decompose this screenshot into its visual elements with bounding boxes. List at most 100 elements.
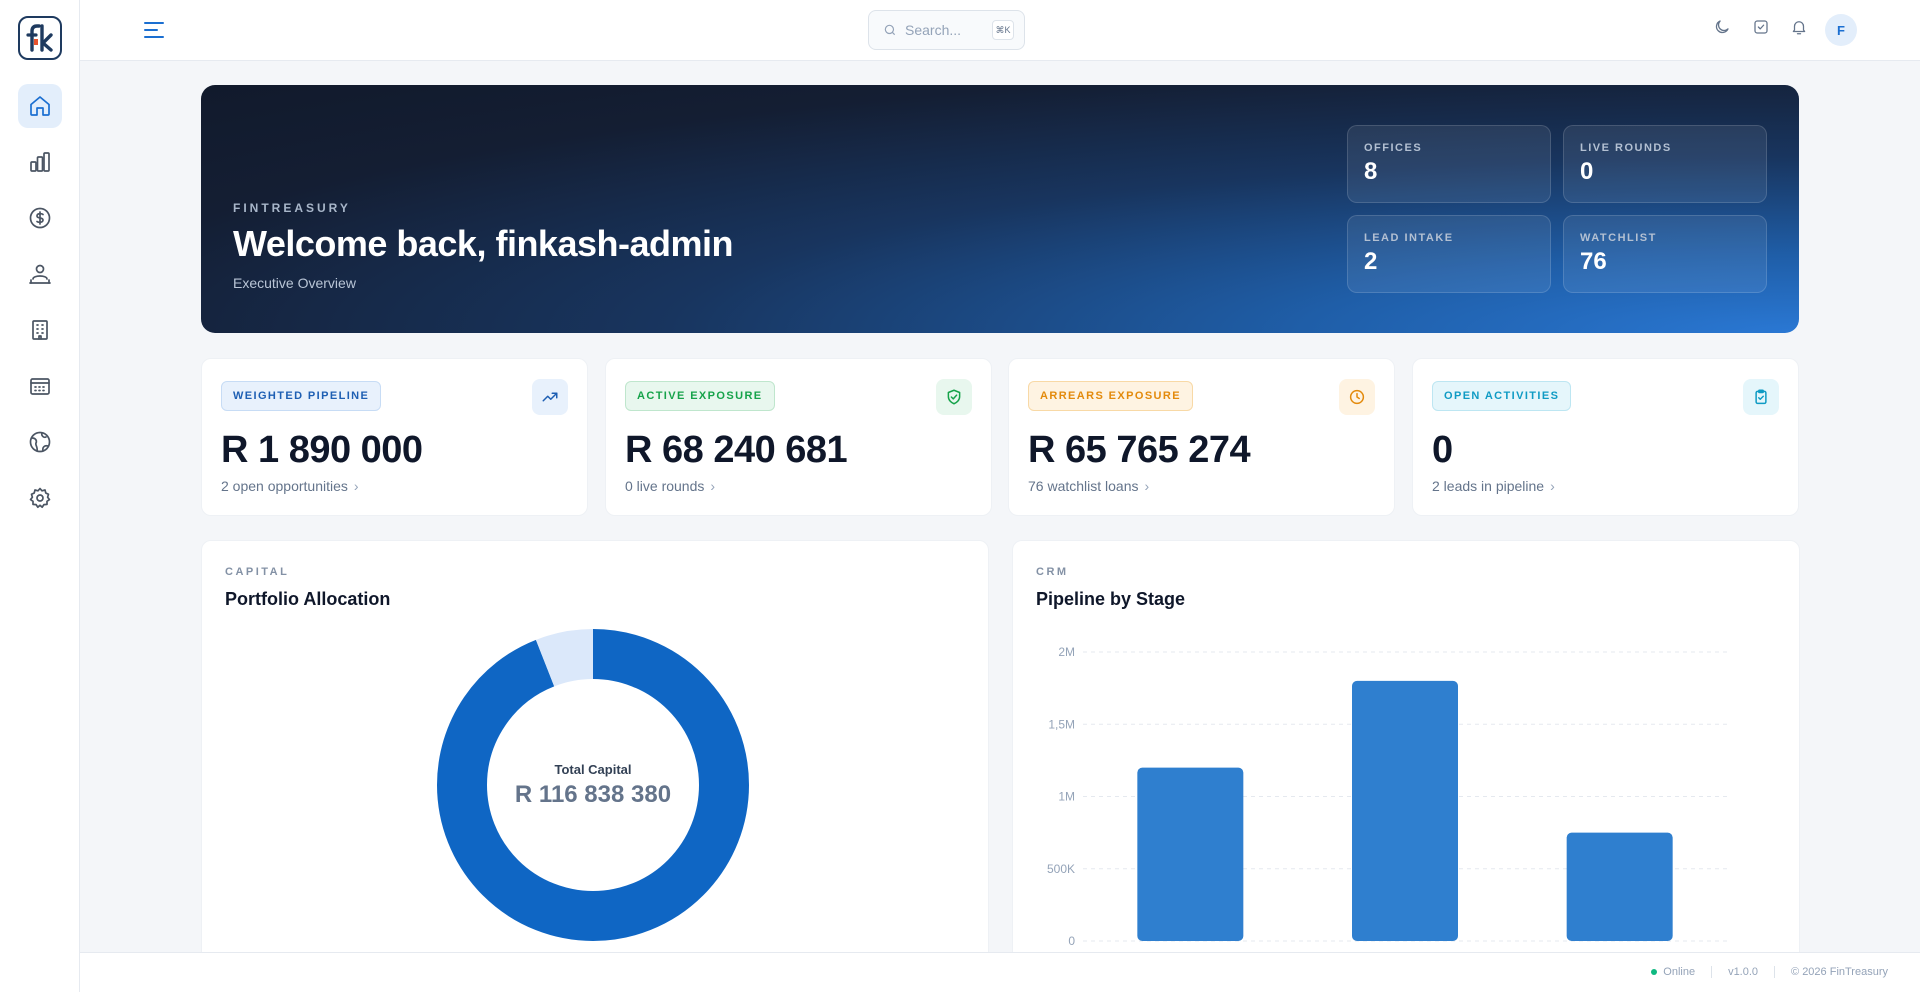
search-box[interactable]: Search... ⌘K [868,10,1025,50]
moon-icon [1715,20,1729,34]
stat-value: 0 [1580,158,1594,185]
chevron-right-icon: › [1550,478,1555,494]
bar-chart-icon [30,152,50,172]
search-icon [884,24,896,36]
kpi-sub[interactable]: 2 leads in pipeline › [1432,478,1555,494]
footer: Online v1.0.0 © 2026 FinTreasury [80,952,1920,992]
donut-center-value: R 116 838 380 [514,780,672,808]
pipeline-bar[interactable] [1137,767,1244,941]
nav-calendar[interactable] [18,364,62,408]
panel-title: Portfolio Allocation [225,589,391,609]
kpi-badge: ARREARS EXPOSURE [1028,381,1193,411]
donut-chart[interactable]: Total Capital R 116 838 380 [437,629,749,941]
welcome-banner: FINTREASURY Welcome back, finkash-admin … [201,85,1799,333]
kpi-amount: 0 [1432,429,1453,471]
nav-finance[interactable] [18,196,62,240]
y-tick-label: 2M [1058,645,1075,659]
brand-label: FINTREASURY [233,201,351,215]
portfolio-allocation-panel: CAPITAL Portfolio Allocation Total Capit… [201,540,989,992]
check-square-icon [1754,20,1768,34]
kpi-sub[interactable]: 76 watchlist loans › [1028,478,1149,494]
kpi-sub-text: 2 open opportunities [221,478,348,494]
panel-eyebrow: CAPITAL [225,566,290,578]
kpi-icon-box [1339,379,1375,415]
kpi-active-exposure[interactable]: ACTIVE EXPOSURE R 68 240 681 0 live roun… [605,358,992,516]
kpi-sub[interactable]: 0 live rounds › [625,478,715,494]
nav-home[interactable] [18,84,62,128]
kpi-amount: R 68 240 681 [625,429,848,471]
globe-icon [29,431,51,453]
bar-chart-svg: 0 500K 1M 1,5M 2M [1047,645,1727,948]
nav-analytics[interactable] [18,140,62,184]
stat-offices[interactable]: OFFICES 8 [1347,125,1551,203]
bell-icon [1792,21,1806,35]
kpi-icon-box [532,379,568,415]
kpi-badge: WEIGHTED PIPELINE [221,381,382,411]
stat-live-rounds[interactable]: LIVE ROUNDS 0 [1563,125,1767,203]
notifications-button[interactable] [1790,18,1810,38]
nav-settings[interactable] [18,476,62,520]
footer-divider [1711,966,1713,978]
stat-label: LEAD INTAKE [1364,232,1454,244]
footer-status-bar: Online v1.0.0 © 2026 FinTreasury [1651,966,1888,978]
search-placeholder: Search... [905,22,962,38]
calendar-icon [30,378,50,395]
user-avatar[interactable]: F [1825,14,1857,46]
kpi-sub[interactable]: 2 open opportunities › [221,478,359,494]
page-subtitle: Executive Overview [233,275,356,291]
kpi-icon-box [936,379,972,415]
app-logo[interactable] [18,16,62,60]
kpi-arrears-exposure[interactable]: ARREARS EXPOSURE R 65 765 274 76 watchli… [1008,358,1395,516]
pipeline-by-stage-panel: CRM Pipeline by Stage 0 500K 1M 1,5M 2M [1012,540,1800,992]
copyright-text: © 2026 FinTreasury [1791,966,1888,978]
menu-icon [144,22,164,38]
stat-value: 8 [1364,158,1378,185]
tasks-button[interactable] [1752,18,1772,38]
nav-global[interactable] [18,420,62,464]
donut-center-label: Total Capital [554,761,632,777]
kpi-badge: OPEN ACTIVITIES [1432,381,1572,411]
kpi-sub-text: 76 watchlist loans [1028,478,1139,494]
stat-lead-intake[interactable]: LEAD INTAKE 2 [1347,215,1551,293]
footer-divider [1774,966,1776,978]
kpi-weighted-pipeline[interactable]: WEIGHTED PIPELINE R 1 890 000 2 open opp… [201,358,588,516]
nav-clients[interactable] [18,252,62,296]
stat-watchlist[interactable]: WATCHLIST 76 [1563,215,1767,293]
stat-value: 2 [1364,248,1378,275]
kpi-icon-box [1743,379,1779,415]
clock-icon [1349,389,1365,405]
clipboard-check-icon [1755,389,1767,405]
theme-toggle-button[interactable] [1713,18,1733,38]
building-icon [32,320,48,340]
stat-label: OFFICES [1364,142,1423,154]
users-icon [29,264,51,284]
menu-toggle-button[interactable] [142,18,166,42]
kpi-sub-text: 0 live rounds [625,478,705,494]
shield-check-icon [947,389,961,405]
logo-mark [26,24,53,52]
dollar-circle-icon [29,207,51,229]
y-tick-label: 500K [1047,862,1075,876]
version-text: v1.0.0 [1728,966,1759,978]
kpi-open-activities[interactable]: OPEN ACTIVITIES 0 2 leads in pipeline › [1412,358,1799,516]
stat-value: 76 [1580,248,1607,275]
kpi-badge: ACTIVE EXPOSURE [625,381,775,411]
pipeline-bar[interactable] [1566,832,1673,941]
page-title: Welcome back, finkash-admin [233,223,734,264]
stat-label: LIVE ROUNDS [1580,142,1672,154]
status-dot [1651,969,1658,975]
top-bar: Search... ⌘K F [80,0,1920,61]
y-tick-label: 1,5M [1048,717,1075,731]
status-text: Online [1663,966,1696,978]
sidebar [0,0,80,992]
trending-up-icon [542,392,558,402]
chevron-right-icon: › [353,478,359,494]
y-tick-label: 1M [1058,790,1075,804]
stat-label: WATCHLIST [1580,232,1657,244]
chevron-right-icon: › [710,478,716,494]
search-shortcut: ⌘K [992,20,1014,40]
pipeline-bar[interactable] [1352,680,1458,941]
nav-offices[interactable] [18,308,62,352]
home-icon [30,96,50,116]
kpi-amount: R 1 890 000 [221,429,423,471]
